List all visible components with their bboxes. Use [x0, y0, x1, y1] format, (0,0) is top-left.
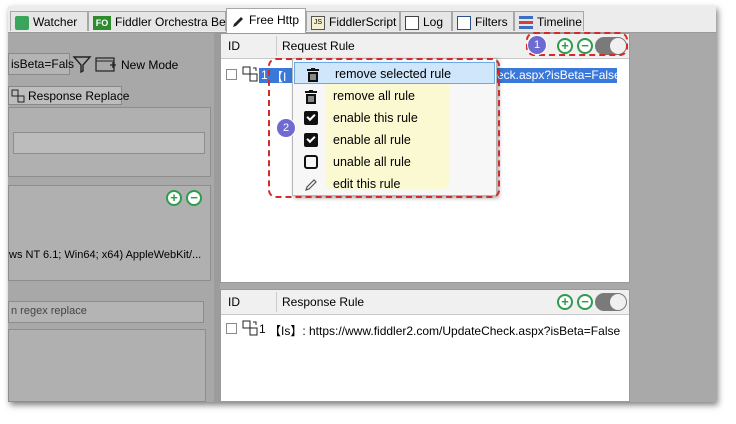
regex-input[interactable]: n regex replace [8, 301, 204, 323]
new-mode-label[interactable]: New Mode [121, 58, 178, 72]
response-rule-checkbox[interactable] [226, 323, 237, 334]
user-agent-text: ws NT 6.1; Win64; x64) AppleWebKit/... [9, 249, 202, 261]
pencil-icon [231, 14, 245, 28]
add-response-rule-button[interactable]: + [557, 294, 573, 310]
response-rule-type-icon [242, 320, 258, 336]
tab-log[interactable]: Log [400, 11, 452, 31]
tab-timeline[interactable]: Timeline [514, 11, 584, 31]
response-rule-header: ID Response Rule + − [221, 290, 629, 315]
annotation-badge-1: 1 [527, 35, 547, 55]
remove-response-rule-button[interactable]: − [577, 294, 593, 310]
id-column-header[interactable]: ID [228, 39, 240, 53]
log-icon [405, 15, 419, 30]
response-rule-row-id[interactable]: 1 [259, 322, 266, 336]
request-rule-checkbox[interactable] [226, 69, 237, 80]
tab-label: Fiddler Orchestra Beta [115, 15, 236, 29]
id-column-header[interactable]: ID [228, 295, 240, 309]
watcher-icon [15, 15, 29, 30]
timeline-icon [519, 15, 533, 30]
tab-fiddler-orchestra[interactable]: FO Fiddler Orchestra Beta [88, 11, 236, 31]
tab-filters[interactable]: Filters [452, 11, 514, 31]
response-rule-toggle[interactable] [595, 293, 627, 311]
add-header-button[interactable]: + [166, 190, 182, 206]
tab-label: Log [423, 15, 444, 29]
left-panel: isBeta=Fals New Mode Response Replace + … [8, 33, 214, 402]
request-rule-column-header[interactable]: Request Rule [282, 39, 355, 53]
response-replace-tab[interactable]: Response Replace [8, 86, 129, 105]
tab-free-http[interactable]: Free Http [226, 8, 306, 33]
response-rule-row-text[interactable]: 【Is】: https://www.fiddler2.com/UpdateChe… [269, 322, 620, 339]
column-divider [276, 36, 277, 56]
left-lower-box [8, 329, 206, 402]
right-scroll-edge [630, 33, 716, 402]
remove-header-button[interactable]: − [186, 190, 202, 206]
replace-icon [11, 89, 25, 103]
response-rule-column-header[interactable]: Response Rule [282, 295, 364, 309]
tab-fiddlerscript[interactable]: JS FiddlerScript [306, 11, 400, 31]
tab-watcher[interactable]: Watcher [10, 11, 88, 31]
request-rule-row-url: eck.aspx?isBeta=False [497, 68, 621, 82]
new-mode-icon[interactable] [95, 55, 117, 73]
left-headers-box: + − ws NT 6.1; Win64; x64) AppleWebKit/.… [8, 185, 211, 281]
column-divider [276, 292, 277, 312]
annotation-badge-2: 2 [276, 118, 296, 138]
filter-icon[interactable] [72, 54, 92, 74]
tab-label: Free Http [249, 13, 300, 27]
left-upper-box [8, 107, 211, 177]
filters-icon [457, 15, 471, 30]
fo-icon: FO [93, 15, 111, 30]
tab-bar: Watcher FO Fiddler Orchestra Beta Free Ht… [8, 6, 716, 33]
tab-label: Timeline [537, 15, 582, 29]
response-rule-panel: ID Response Rule + − 1 【Is】: https://www… [220, 289, 630, 402]
request-rule-type-icon [242, 66, 258, 82]
toggle-knob [610, 294, 626, 310]
tab-label: Watcher [33, 15, 78, 29]
tab-label: FiddlerScript [329, 15, 397, 29]
request-rule-row-id: 1 [261, 68, 268, 82]
script-icon: JS [311, 15, 325, 30]
left-input[interactable] [13, 132, 205, 154]
annotation-box-menu [268, 58, 500, 198]
url-input[interactable]: isBeta=Fals [8, 53, 74, 75]
tab-label: Filters [475, 15, 508, 29]
